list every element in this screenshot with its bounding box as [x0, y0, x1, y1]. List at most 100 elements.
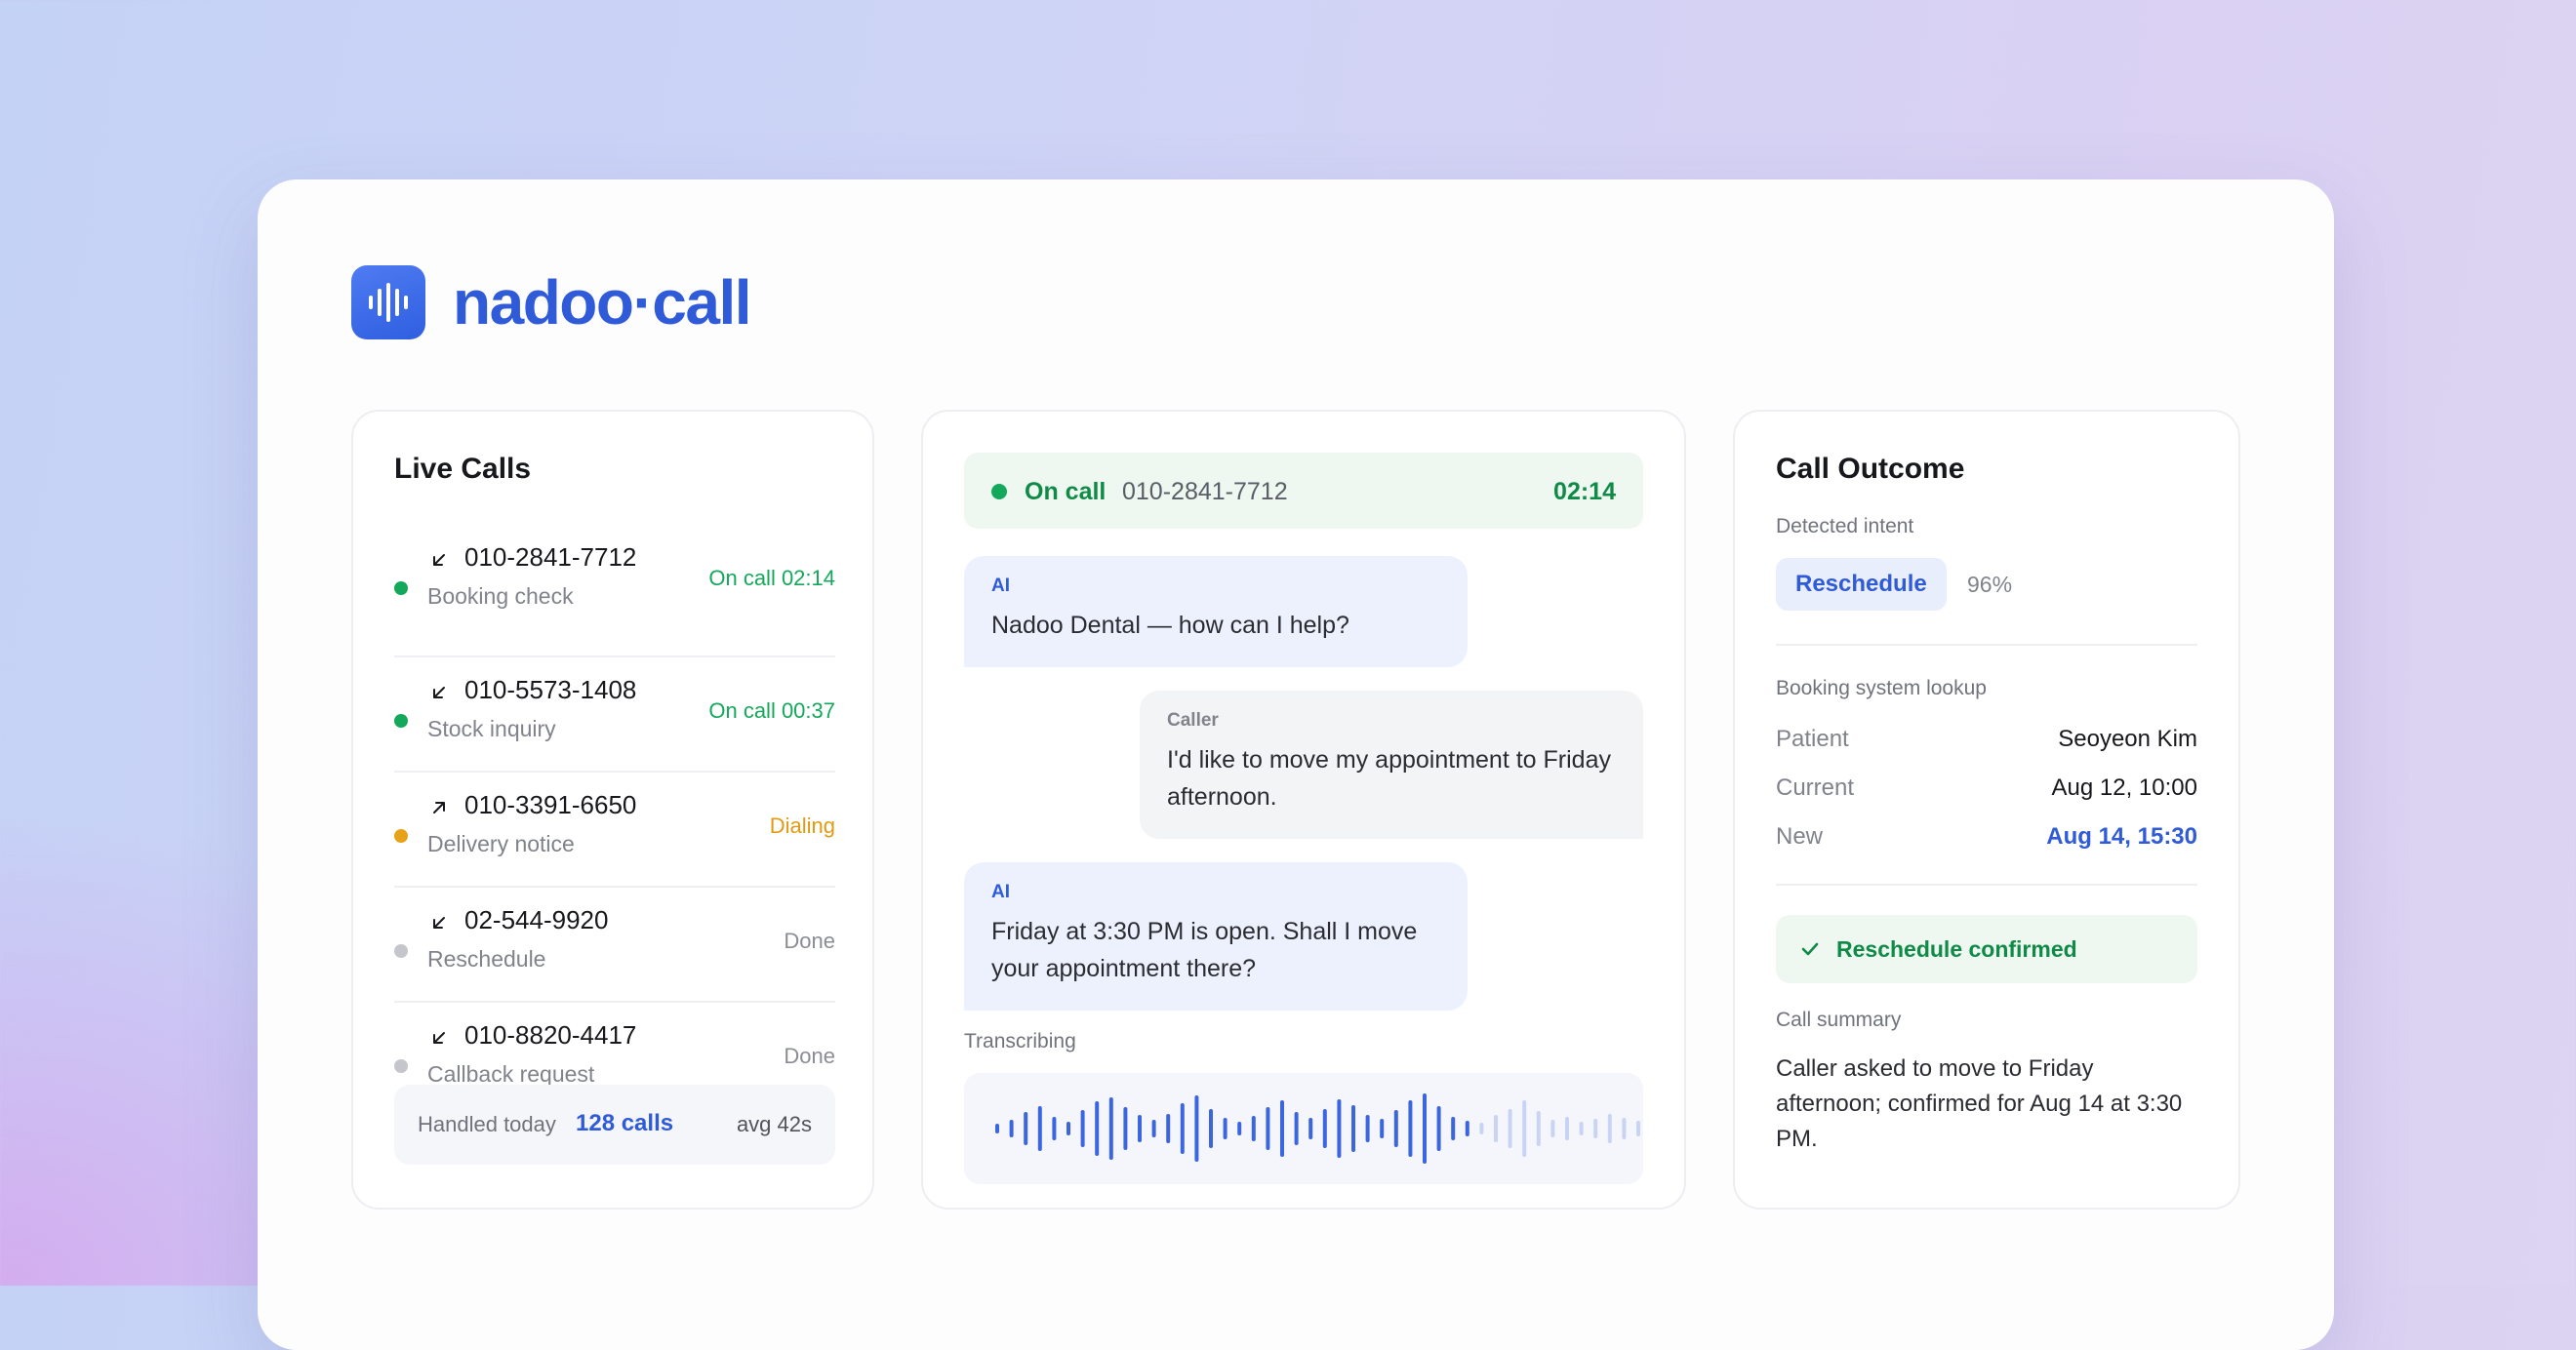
waveform-bar: [1266, 1107, 1270, 1150]
check-icon: [1801, 942, 1819, 956]
speaker-label: Caller: [1167, 710, 1219, 731]
divider: [1776, 644, 2197, 646]
confirmation-badge: Reschedule confirmed: [1776, 915, 2197, 983]
waveform-bar: [1166, 1114, 1171, 1143]
waveform-bar: [1080, 1110, 1085, 1147]
waveform-bar: [1565, 1117, 1569, 1140]
intent-badge: Reschedule: [1776, 558, 1947, 611]
incoming-call-arrow-icon: [433, 554, 445, 566]
waveform-bar: [1579, 1122, 1584, 1135]
waveform-bar: [1522, 1100, 1527, 1157]
call-outcome-panel: Call Outcome Detected intent Reschedule …: [1733, 410, 2240, 1210]
message-text: Friday at 3:30 PM is open. Shall I move …: [991, 918, 1418, 982]
call-list: 010-2841-7712 Booking check On call 02:14 0…: [394, 542, 835, 1116]
waveform-bar: [1009, 1120, 1014, 1137]
current-key: Current: [1776, 774, 1855, 801]
confirmation-text: Reschedule confirmed: [1836, 936, 2077, 962]
speaker-label: AI: [991, 576, 1010, 596]
speaker-label: AI: [991, 882, 1010, 902]
call-status-dot: [394, 714, 408, 728]
waveform-bar: [1095, 1101, 1100, 1156]
call-status: Done: [784, 1044, 835, 1068]
waveform-bar: [1436, 1106, 1441, 1151]
call-number: 010-8820-4417: [464, 1020, 637, 1050]
call-status-dot: [394, 581, 408, 595]
waveform-bars: [995, 1093, 1670, 1164]
message-text: I'd like to move my appointment to Frida…: [1167, 746, 1611, 811]
call-purpose: Delivery notice: [427, 831, 575, 856]
waveform-bar: [1423, 1093, 1427, 1164]
panel-title: Call Outcome: [1776, 453, 1965, 485]
waveform-bar: [1138, 1115, 1142, 1142]
call-status-bar: On call 010-2841-7712 02:14: [964, 453, 1643, 529]
waveform-bar: [1494, 1115, 1498, 1142]
call-number: 010-2841-7712: [464, 542, 637, 572]
divider: [1776, 884, 2197, 886]
handled-count: 128 calls: [576, 1110, 674, 1136]
call-status-dot: [394, 1059, 408, 1073]
call-row[interactable]: 010-2841-7712 Booking check On call 02:14: [394, 542, 835, 657]
waveform-bar: [1108, 1097, 1113, 1160]
intent-label: Detected intent: [1776, 515, 1914, 537]
waveform-bar: [1237, 1122, 1242, 1135]
waveform-bar: [1209, 1109, 1213, 1148]
incoming-call-arrow-icon: [433, 687, 445, 698]
message-text: Nadoo Dental — how can I help?: [991, 612, 1349, 639]
summary-label: Call summary: [1776, 1009, 1902, 1031]
waveform-bar: [1607, 1114, 1612, 1143]
call-purpose: Reschedule: [427, 946, 546, 972]
current-value: Aug 12, 10:00: [2051, 774, 2197, 801]
waveform-bar: [1194, 1095, 1199, 1162]
waveform-bar: [1550, 1120, 1555, 1137]
waveform-bar: [1508, 1109, 1512, 1148]
call-purpose: Callback request: [427, 1061, 595, 1087]
call-status: On call 02:14: [708, 566, 835, 590]
patient-value: Seoyeon Kim: [2058, 726, 2197, 752]
transcribing-label: Transcribing: [964, 1030, 1076, 1052]
brand-header: nadoo·call: [351, 265, 752, 339]
new-value: Aug 14, 15:30: [2046, 823, 2197, 850]
waveform-bar: [1280, 1100, 1284, 1157]
call-row[interactable]: 010-5573-1408 Stock inquiry On call 00:37: [394, 657, 835, 773]
waveform-bar: [1322, 1109, 1327, 1148]
call-state: On call: [1025, 478, 1107, 505]
intent-confidence: 96%: [1967, 572, 2013, 597]
waveform-bar: [995, 1124, 999, 1133]
waveform-bar: [1180, 1103, 1185, 1154]
average-duration: avg 42s: [736, 1112, 812, 1136]
sound-wave-icon: [351, 265, 425, 339]
message-bubble-ai: AI Friday at 3:30 PM is open. Shall I mo…: [964, 862, 1468, 1011]
waveform-bar: [1465, 1121, 1469, 1136]
waveform-bar: [1408, 1100, 1413, 1157]
call-status: Dialing: [769, 814, 835, 838]
call-row[interactable]: 02-544-9920 Reschedule Done: [394, 888, 835, 1003]
conversation-panel: On call 010-2841-7712 02:14 AI Nadoo Den…: [921, 410, 1686, 1210]
new-key: New: [1776, 823, 1824, 850]
waveform-bar: [1380, 1119, 1385, 1138]
live-calls-panel: Live Calls 010-2841-7712 Booking check On …: [351, 410, 874, 1210]
waveform-bar: [1024, 1112, 1028, 1145]
call-number: 010-3391-6650: [464, 790, 637, 819]
waveform-bar: [1479, 1123, 1484, 1134]
call-timer: 02:14: [1553, 478, 1616, 505]
waveform-bar: [1337, 1099, 1342, 1158]
waveform-bar: [1151, 1120, 1156, 1137]
waveform-bar: [1451, 1117, 1456, 1140]
call-status-dot: [394, 944, 408, 958]
call-status: On call 00:37: [708, 698, 835, 723]
waveform-bar: [1593, 1119, 1598, 1138]
call-status-dot: [394, 829, 408, 843]
panel-title: Live Calls: [394, 453, 532, 485]
outgoing-call-arrow-icon: [433, 802, 445, 814]
lookup-label: Booking system lookup: [1776, 677, 1987, 699]
waveform-bar: [1636, 1121, 1640, 1136]
waveform-bar: [1123, 1107, 1128, 1150]
waveform-bar: [1622, 1118, 1627, 1139]
call-row[interactable]: 010-3391-6650 Delivery notice Dialing: [394, 773, 835, 888]
waveform-bar: [1067, 1122, 1070, 1135]
waveform-bar: [1251, 1116, 1256, 1141]
brand-name: nadoo·call: [453, 267, 752, 338]
incoming-call-arrow-icon: [433, 1032, 445, 1044]
call-number: 02-544-9920: [464, 905, 609, 934]
waveform-bar: [1393, 1110, 1398, 1147]
